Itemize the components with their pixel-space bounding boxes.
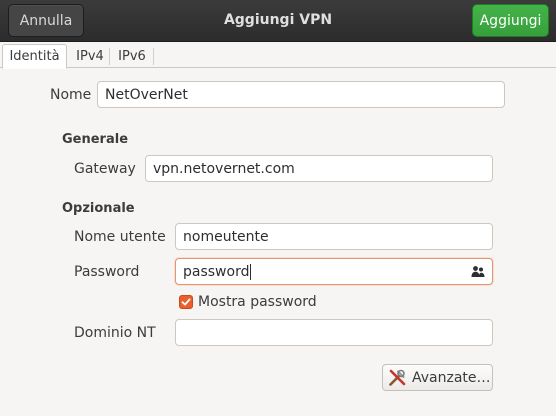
tab-bar: Identità IPv4 IPv6 bbox=[0, 42, 556, 69]
username-field[interactable]: nomeutente bbox=[175, 223, 493, 250]
checkmark-icon bbox=[181, 298, 191, 306]
username-field-value: nomeutente bbox=[183, 228, 269, 245]
advanced-button-label: Avanzate… bbox=[412, 369, 491, 386]
optional-heading: Opzionale bbox=[62, 201, 135, 216]
gateway-field[interactable]: vpn.netovernet.com bbox=[145, 155, 493, 182]
password-label: Password bbox=[74, 264, 140, 280]
show-password-checkbox[interactable] bbox=[179, 295, 193, 309]
name-field-value: NetOverNet bbox=[105, 86, 188, 103]
tab-ipv6[interactable]: IPv6 bbox=[112, 45, 152, 68]
name-label: Nome bbox=[50, 87, 92, 103]
name-field[interactable]: NetOverNet bbox=[97, 81, 505, 108]
tab-separator bbox=[153, 48, 154, 65]
username-label: Nome utente bbox=[74, 229, 166, 245]
users-icon[interactable] bbox=[471, 265, 485, 278]
gateway-field-value: vpn.netovernet.com bbox=[153, 160, 295, 177]
header-bar: Annulla Aggiungi VPN Aggiungi bbox=[0, 0, 556, 42]
text-caret bbox=[250, 263, 252, 280]
tab-identity[interactable]: Identità bbox=[2, 44, 67, 69]
tab-ipv4[interactable]: IPv4 bbox=[70, 45, 110, 68]
gateway-label: Gateway bbox=[74, 161, 136, 177]
nt-domain-field[interactable] bbox=[175, 319, 493, 346]
general-heading: Generale bbox=[62, 132, 129, 147]
show-password-label[interactable]: Mostra password bbox=[198, 294, 317, 310]
advanced-button[interactable]: Avanzate… bbox=[382, 364, 493, 391]
nt-domain-label: Dominio NT bbox=[74, 325, 156, 341]
tools-icon bbox=[389, 369, 406, 386]
add-button[interactable]: Aggiungi bbox=[472, 4, 549, 37]
password-field[interactable]: password bbox=[175, 258, 493, 285]
password-field-value: password bbox=[183, 263, 250, 280]
